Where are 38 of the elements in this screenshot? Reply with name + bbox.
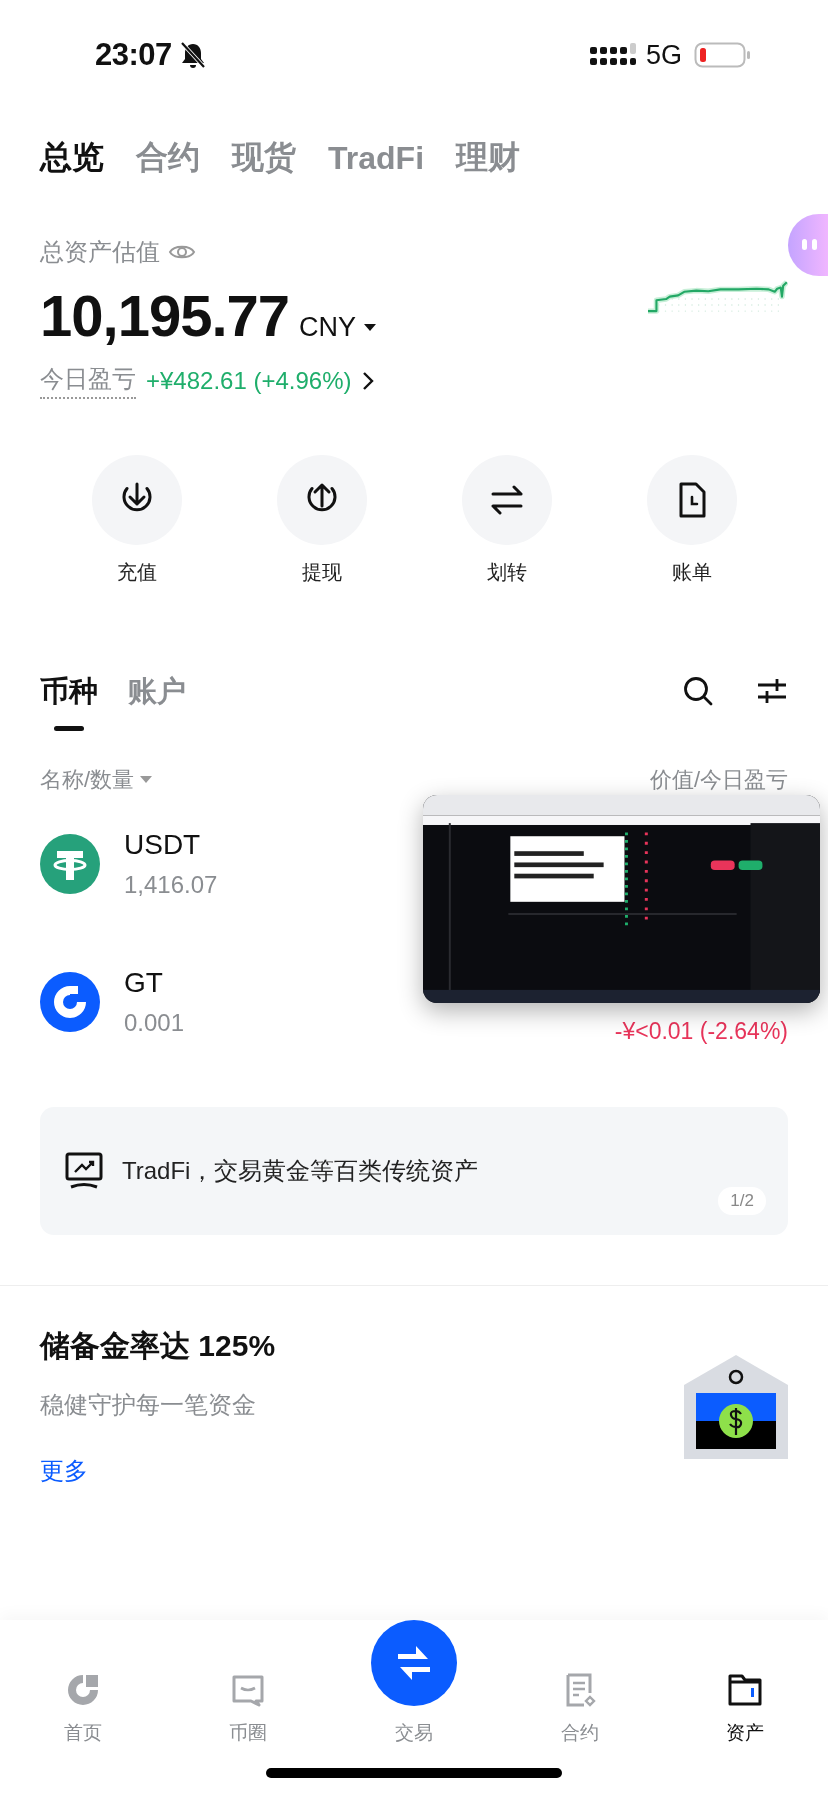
chevron-right-icon[interactable] <box>361 371 374 391</box>
coin-symbol[interactable]: GT <box>124 967 163 999</box>
banner-text: TradFi，交易黄金等百类传统资产 <box>122 1156 479 1186</box>
search-icon[interactable] <box>682 674 714 707</box>
total-assets-value: 10,195.77 <box>40 282 290 349</box>
coin-amount: 0.001 <box>124 1009 185 1037</box>
action-button[interactable]: 充值 <box>44 455 229 586</box>
currency-selector[interactable]: CNY <box>299 312 357 343</box>
reserve-subtitle: 稳健守护每一笔资金 <box>40 1390 257 1420</box>
page-indicator: 1/2 <box>718 1187 766 1215</box>
tether-logo-icon[interactable] <box>40 834 100 894</box>
coin-symbol[interactable]: USDT <box>124 829 201 861</box>
signal-icon <box>589 43 636 67</box>
total-assets-label: 总资产估值 <box>40 237 160 267</box>
battery-icon <box>694 42 752 68</box>
more-link[interactable]: 更多 <box>40 1455 88 1487</box>
status-time: 23:07 <box>95 37 172 73</box>
daily-pnl-value: +¥482.61 (+4.96%) <box>146 367 352 395</box>
action-button[interactable]: 账单 <box>599 455 784 586</box>
chart-monitor-icon <box>64 1151 104 1191</box>
promo-banner[interactable]: TradFi，交易黄金等百类传统资产 1/2 <box>40 1107 788 1235</box>
nav-tab[interactable]: 合约 <box>496 1672 663 1746</box>
nav-tab[interactable]: 资产 <box>662 1672 828 1746</box>
daily-pnl-label: 今日盈亏 <box>40 363 136 399</box>
filter-icon[interactable] <box>756 676 788 705</box>
network-label: 5G <box>645 39 682 71</box>
gate-logo-icon[interactable] <box>40 972 100 1032</box>
caret-down-icon[interactable] <box>140 776 153 784</box>
asset-tab[interactable]: 币种 <box>40 672 98 745</box>
top-tab[interactable]: 总览 <box>40 136 104 180</box>
wallet-icon <box>727 1672 764 1708</box>
coin-pnl: -¥<0.01 (-2.64%) <box>614 1018 788 1046</box>
coin-amount: 1,416.07 <box>124 871 218 899</box>
caret-down-icon <box>364 323 377 332</box>
reserve-title: 储备金率达 125% <box>40 1328 277 1364</box>
action-button[interactable]: 划转 <box>414 455 599 586</box>
value-column-header: 价值/今日盈亏 <box>649 766 788 794</box>
action-button[interactable]: 提现 <box>229 455 414 586</box>
